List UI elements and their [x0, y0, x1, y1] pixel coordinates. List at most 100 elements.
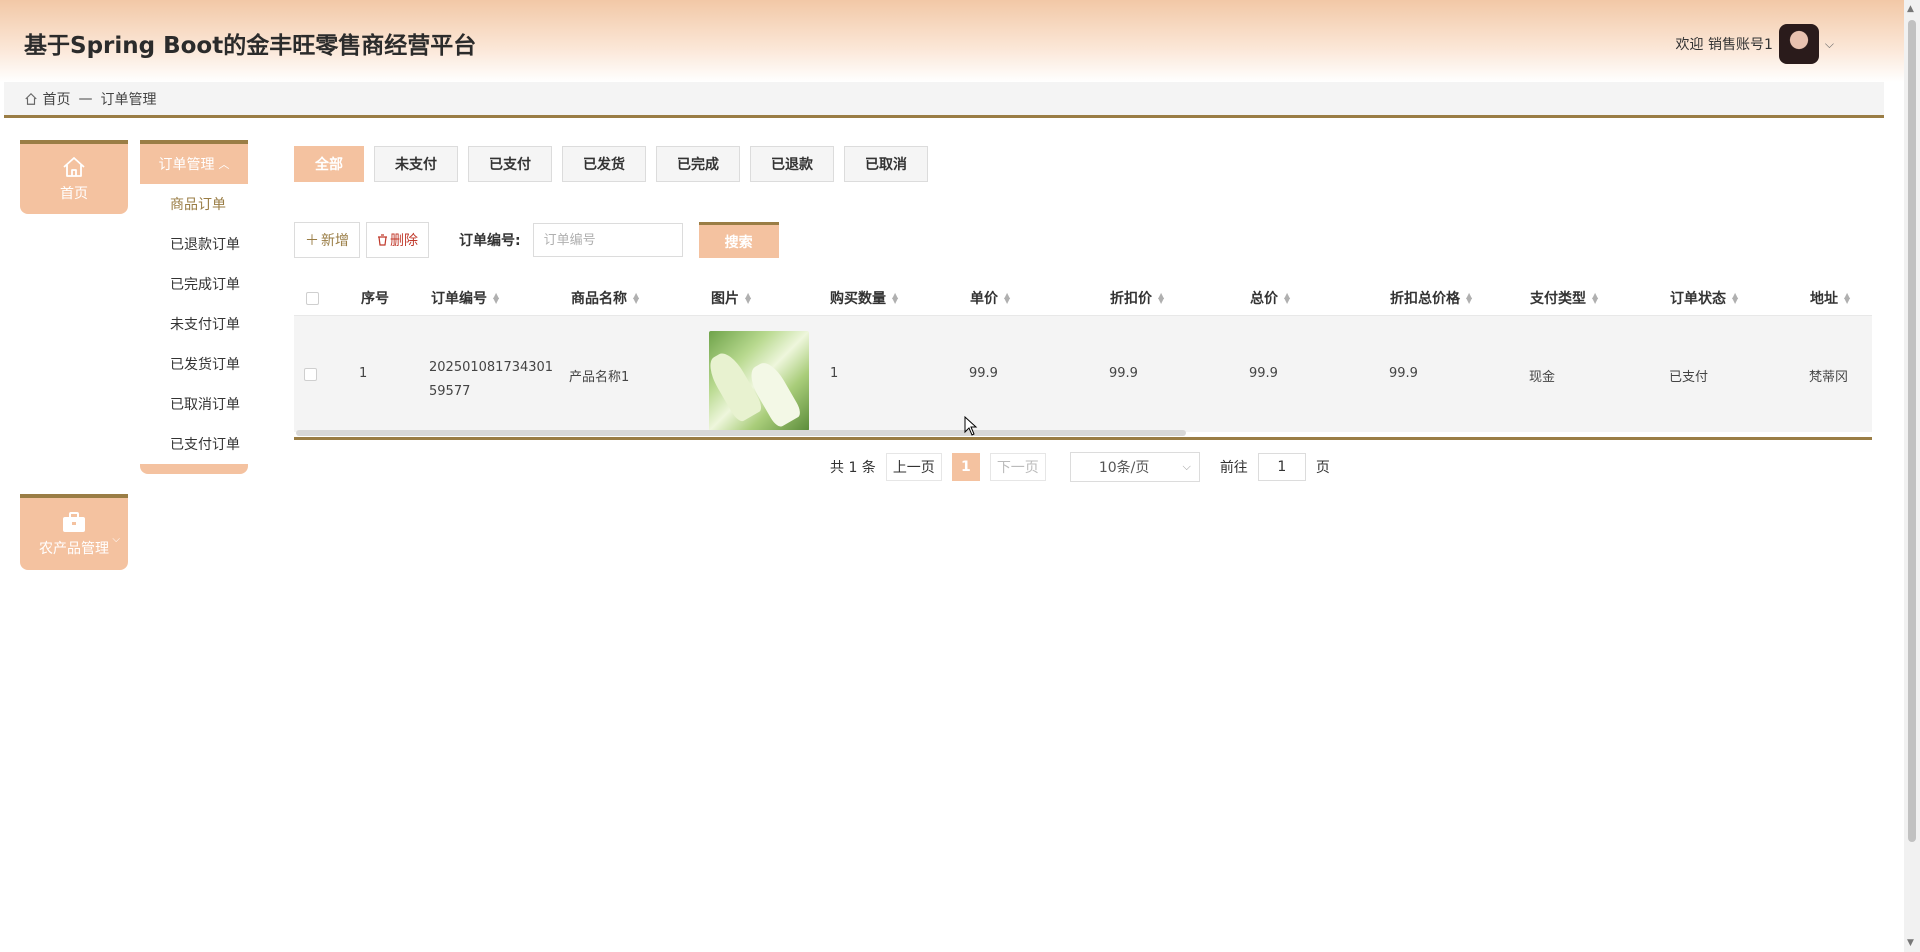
chevron-down-icon: ⌵ [1182, 460, 1191, 473]
breadcrumb-home[interactable]: 首页 [24, 89, 70, 109]
breadcrumb-home-label: 首页 [42, 91, 71, 108]
sort-icon[interactable]: ▲ ▼ [633, 291, 639, 304]
plus-icon: ＋ [305, 232, 319, 248]
submenu-item-goods-orders[interactable]: 商品订单 [140, 184, 248, 224]
row-checkbox[interactable] [304, 368, 317, 381]
col-quantity[interactable]: 购买数量 ▲ ▼ [830, 288, 898, 308]
app-root: 基于Spring Boot的金丰旺零售商经营平台 欢迎 销售账号1 ⌵ 首页 —… [0, 0, 1920, 952]
col-product-name[interactable]: 商品名称 ▲ ▼ [571, 288, 639, 308]
search-button[interactable]: 搜索 [698, 222, 779, 258]
submenu-item-refunded-orders[interactable]: 已退款订单 [140, 224, 248, 264]
cell-discount-total: 99.9 [1389, 366, 1418, 381]
cell-pay-type: 现金 [1529, 370, 1556, 385]
sort-icon[interactable]: ▲ ▼ [892, 291, 898, 304]
prev-page-button[interactable]: 上一页 [885, 453, 942, 481]
status-tabs: 全部 未支付 已支付 已发货 已完成 已退款 已取消 [294, 146, 928, 182]
trash-icon [378, 234, 387, 246]
add-button[interactable]: ＋ 新增 [294, 222, 360, 258]
sort-icon[interactable]: ▲ ▼ [1158, 291, 1164, 304]
tab-paid[interactable]: 已支付 [468, 146, 552, 182]
submenu-title: 订单管理 [158, 157, 215, 173]
goto-label: 前往 [1219, 460, 1248, 476]
home-icon [63, 157, 85, 177]
cell-address: 梵蒂冈 [1809, 370, 1849, 385]
breadcrumb-separator: — [78, 90, 93, 107]
page-unit-label: 页 [1315, 460, 1330, 476]
scroll-down-icon[interactable]: ▼ [1907, 938, 1914, 948]
scrollbar-thumb[interactable] [1908, 20, 1916, 842]
nav-farm-products[interactable]: 农产品管理 ⌵ [20, 494, 128, 570]
chevron-down-icon: ⌵ [112, 534, 120, 545]
pagination: 共 1 条 上一页 1 下一页 10条/页 ⌵ 前往 页 [830, 452, 1330, 482]
next-page-button[interactable]: 下一页 [989, 453, 1046, 481]
col-index: 序号 [361, 290, 389, 307]
sort-icon[interactable]: ▲ ▼ [1284, 291, 1290, 304]
sort-icon[interactable]: ▲ ▼ [1844, 291, 1850, 304]
sort-icon[interactable]: ▲ ▼ [1004, 291, 1010, 304]
scroll-up-icon[interactable]: ▲ [1907, 4, 1914, 14]
col-address[interactable]: 地址 ▲ ▼ [1810, 288, 1850, 308]
col-discount-total[interactable]: 折扣总价格 ▲ ▼ [1390, 288, 1472, 308]
tab-completed[interactable]: 已完成 [656, 146, 740, 182]
page-size-select[interactable]: 10条/页 ⌵ [1069, 452, 1200, 482]
submenu-header[interactable]: 订单管理 ︿ [140, 140, 248, 184]
breadcrumb-current: 订单管理 [100, 91, 157, 108]
horizontal-scrollbar[interactable] [296, 430, 1186, 436]
chevron-down-icon[interactable]: ⌵ [1825, 37, 1834, 52]
nav-home[interactable]: 首页 [20, 140, 128, 214]
tab-refunded[interactable]: 已退款 [750, 146, 834, 182]
submenu-item-unpaid-orders[interactable]: 未支付订单 [140, 304, 248, 344]
user-menu[interactable]: 欢迎 销售账号1 ⌵ [1676, 24, 1834, 64]
col-pay-type[interactable]: 支付类型 ▲ ▼ [1530, 288, 1598, 308]
tab-all[interactable]: 全部 [294, 146, 364, 182]
submenu-item-completed-orders[interactable]: 已完成订单 [140, 264, 248, 304]
table-header: 序号 订单编号 ▲ ▼ 商品名称 ▲ ▼ 图片 ▲ ▼ 购买数量 ▲ ▼ 单价 ▲ ▼ 折扣价 ▲ ▼ … [294, 280, 1872, 316]
cell-status: 已支付 [1669, 370, 1709, 385]
col-total[interactable]: 总价 ▲ ▼ [1250, 288, 1290, 308]
sort-icon[interactable]: ▲ ▼ [1466, 291, 1472, 304]
cell-product-name: 产品名称1 [569, 370, 630, 385]
page-size-value: 10条/页 [1098, 460, 1150, 476]
goto-page-input[interactable] [1257, 453, 1306, 481]
submenu-footer [140, 464, 248, 474]
cell-index: 1 [359, 366, 368, 381]
nav-home-label: 首页 [60, 186, 88, 202]
order-no-label: 订单编号: [459, 233, 521, 249]
chevron-up-icon: ︿ [218, 158, 230, 171]
nav-farm-label: 农产品管理 [39, 541, 109, 557]
orders-table: 序号 订单编号 ▲ ▼ 商品名称 ▲ ▼ 图片 ▲ ▼ 购买数量 ▲ ▼ 单价 ▲ ▼ 折扣价 ▲ ▼ … [294, 280, 1872, 440]
col-order-no[interactable]: 订单编号 ▲ ▼ [431, 288, 499, 308]
select-all-checkbox[interactable] [306, 292, 319, 305]
home-icon [25, 92, 37, 105]
welcome-text: 欢迎 销售账号1 [1675, 37, 1773, 53]
col-image[interactable]: 图片 ▲ ▼ [711, 288, 751, 308]
product-image[interactable] [709, 331, 809, 431]
table-row[interactable]: 1 202501081734301 59577 产品名称1 1 99.9 99.9… [294, 316, 1872, 432]
cell-order-no: 202501081734301 59577 [429, 360, 554, 399]
app-title: 基于Spring Boot的金丰旺零售商经营平台 [24, 33, 477, 59]
delete-button[interactable]: 删除 [366, 222, 429, 258]
order-no-input[interactable] [532, 223, 683, 257]
col-status[interactable]: 订单状态 ▲ ▼ [1670, 288, 1738, 308]
cell-discount-price: 99.9 [1109, 366, 1138, 381]
cell-total: 99.9 [1249, 366, 1278, 381]
vertical-scrollbar[interactable]: ▲ ▼ [1904, 0, 1920, 952]
tab-unpaid[interactable]: 未支付 [374, 146, 458, 182]
briefcase-icon [63, 512, 85, 532]
pagination-total: 共 1 条 [830, 460, 876, 476]
top-header: 基于Spring Boot的金丰旺零售商经营平台 欢迎 销售账号1 ⌵ [0, 0, 1904, 82]
sort-icon[interactable]: ▲ ▼ [1592, 291, 1598, 304]
cell-unit-price: 99.9 [969, 366, 998, 381]
tab-shipped[interactable]: 已发货 [562, 146, 646, 182]
col-discount-price[interactable]: 折扣价 ▲ ▼ [1110, 288, 1164, 308]
submenu-item-cancelled-orders[interactable]: 已取消订单 [140, 384, 248, 424]
col-unit-price[interactable]: 单价 ▲ ▼ [970, 288, 1010, 308]
submenu-item-shipped-orders[interactable]: 已发货订单 [140, 344, 248, 384]
page-number-1[interactable]: 1 [951, 453, 980, 481]
submenu-item-paid-orders[interactable]: 已支付订单 [140, 424, 248, 464]
sort-icon[interactable]: ▲ ▼ [493, 291, 499, 304]
tab-cancelled[interactable]: 已取消 [844, 146, 928, 182]
sort-icon[interactable]: ▲ ▼ [1732, 291, 1738, 304]
avatar[interactable] [1778, 24, 1819, 64]
sort-icon[interactable]: ▲ ▼ [745, 291, 751, 304]
